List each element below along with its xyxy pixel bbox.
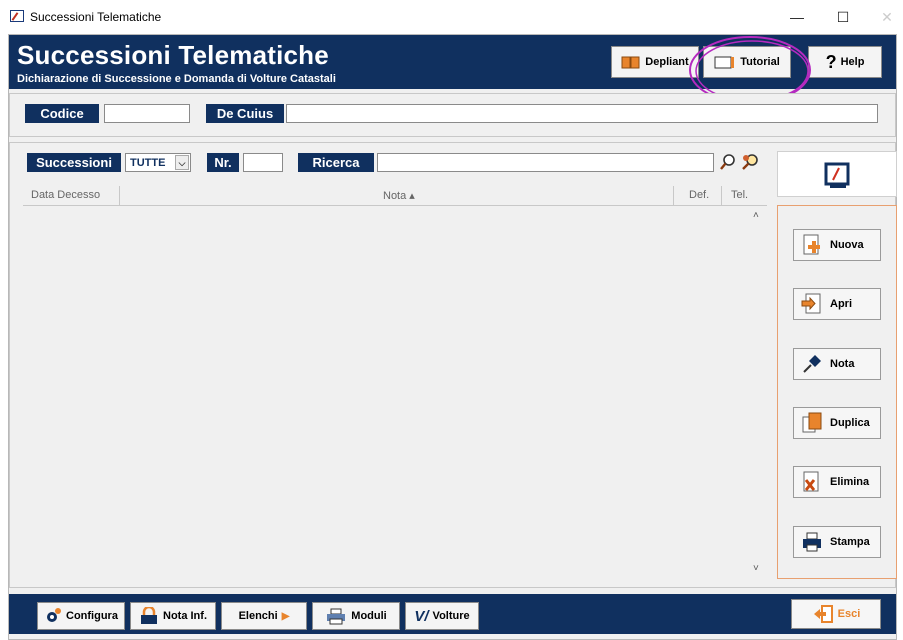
open-document-icon (801, 293, 821, 314)
decuius-label: De Cuius (206, 104, 284, 123)
duplicate-icon (802, 412, 822, 433)
column-def[interactable]: Def. (689, 189, 709, 201)
play-arrow-icon: ▶ (281, 610, 290, 622)
column-nota[interactable]: Nota ▴ (383, 189, 415, 202)
successioni-select[interactable]: TUTTE ⌵ (125, 153, 191, 172)
apri-button[interactable]: Apri (793, 288, 881, 320)
nota-inf-label: Nota Inf. (163, 610, 207, 622)
successioni-table-body[interactable]: ˄ ˅ (23, 206, 767, 578)
help-label: Help (840, 56, 865, 68)
configura-label: Configura (66, 610, 118, 622)
column-divider (721, 186, 722, 206)
actions-panel (777, 205, 897, 579)
close-button[interactable]: ✕ (872, 6, 902, 28)
lock-icon (141, 607, 157, 624)
minimize-button[interactable]: — (782, 6, 812, 28)
nuova-button[interactable]: Nuova (793, 229, 881, 261)
column-divider (119, 186, 120, 206)
esci-label: Esci (837, 608, 861, 620)
nuova-label: Nuova (830, 239, 864, 251)
question-icon: ? (825, 51, 837, 72)
logo-box (777, 151, 897, 197)
column-tel[interactable]: Tel. (731, 189, 748, 201)
gear-icon (47, 608, 62, 622)
nr-label: Nr. (207, 153, 239, 172)
app-icon (10, 10, 24, 22)
nr-input[interactable] (243, 153, 283, 172)
delete-icon (803, 471, 819, 492)
column-divider (673, 186, 674, 206)
vertical-scrollbar[interactable]: ˄ ˅ (750, 206, 767, 578)
exit-door-icon (813, 605, 833, 623)
codice-label: Codice (25, 104, 99, 123)
volture-label: Volture (432, 610, 470, 622)
logo-icon (824, 162, 850, 188)
nota-inf-button[interactable]: Nota Inf. (130, 602, 216, 630)
pin-icon (803, 355, 821, 373)
stampa-button[interactable]: Stampa (793, 526, 881, 558)
moduli-label: Moduli (351, 610, 387, 622)
window-titlebar: Successioni Telematiche — ☐ ✕ (0, 0, 903, 34)
successioni-label: Successioni (27, 153, 121, 172)
duplica-button[interactable]: Duplica (793, 407, 881, 439)
chevron-down-icon[interactable]: ⌵ (175, 155, 189, 170)
apri-label: Apri (830, 298, 852, 310)
volture-icon: V/ (414, 607, 429, 625)
moduli-button[interactable]: Moduli (312, 602, 400, 630)
esci-button[interactable]: Esci (791, 599, 881, 629)
advanced-search-icon[interactable] (740, 153, 760, 171)
brand-title: Successioni Telematiche (17, 40, 329, 70)
nota-button[interactable]: Nota (793, 348, 881, 380)
stampa-label: Stampa (830, 536, 870, 548)
scroll-up-icon[interactable]: ˄ (753, 210, 759, 221)
search-icon[interactable] (719, 153, 737, 171)
ricerca-input[interactable] (377, 153, 714, 172)
successioni-select-value: TUTTE (130, 156, 166, 169)
elenchi-label: Elenchi (238, 610, 278, 622)
scroll-down-icon[interactable]: ˅ (753, 563, 759, 574)
window-title: Successioni Telematiche (30, 10, 162, 24)
decuius-input[interactable] (286, 104, 878, 123)
elimina-label: Elimina (830, 476, 870, 488)
elimina-button[interactable]: Elimina (793, 466, 881, 498)
nota-label: Nota (830, 358, 855, 370)
ricerca-label: Ricerca (298, 153, 374, 172)
column-data-decesso[interactable]: Data Decesso (31, 189, 100, 201)
printer-form-icon (327, 608, 346, 625)
elenchi-button[interactable]: Elenchi ▶ (221, 602, 307, 630)
brand-subtitle: Dichiarazione di Successione e Domanda d… (17, 73, 336, 85)
configura-button[interactable]: Configura (37, 602, 125, 630)
volture-button[interactable]: V/ Volture (405, 602, 479, 630)
table-header: Data Decesso Nota ▴ Def. Tel. (23, 186, 767, 206)
maximize-button[interactable]: ☐ (828, 6, 858, 28)
printer-icon (803, 532, 821, 552)
duplica-label: Duplica (830, 417, 870, 429)
book-icon (621, 56, 640, 69)
codice-input[interactable] (104, 104, 190, 123)
new-document-icon (803, 234, 820, 255)
